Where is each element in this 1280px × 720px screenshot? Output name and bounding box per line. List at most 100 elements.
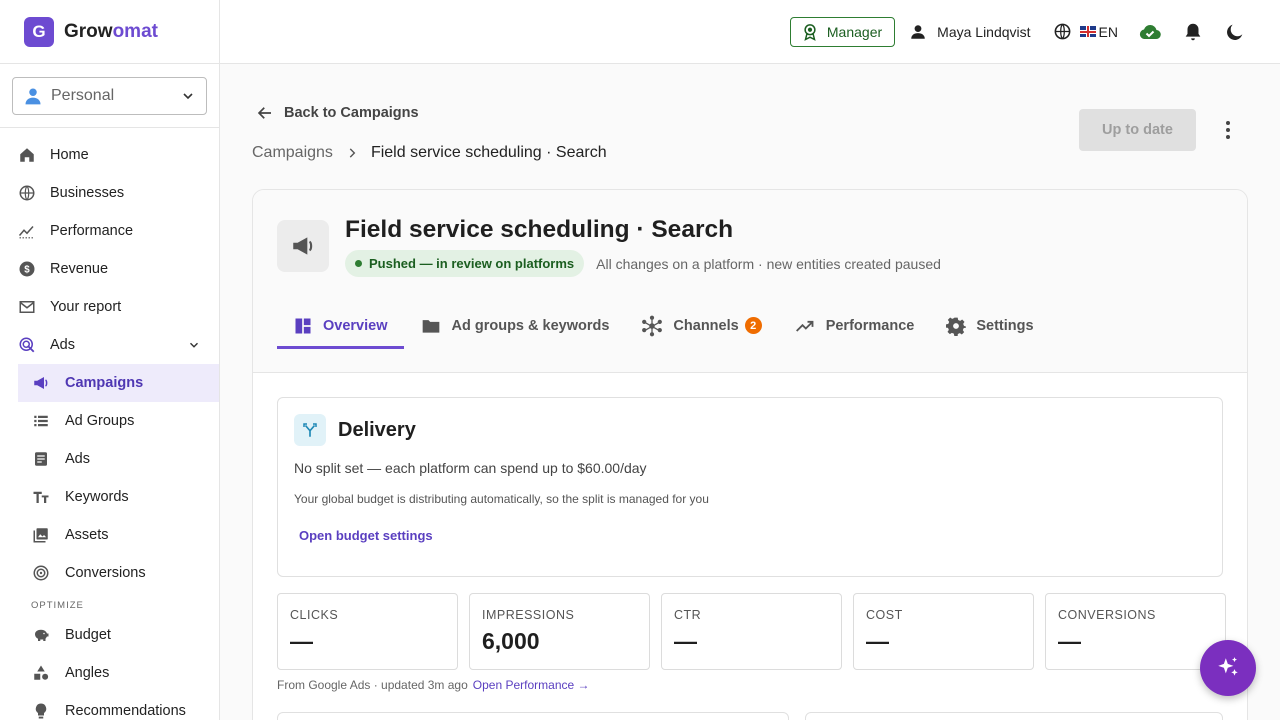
chevron-down-icon	[187, 338, 201, 352]
sidebar-item-assets[interactable]: Assets	[18, 516, 219, 554]
sidebar-item-ad-groups[interactable]: Ad Groups	[18, 402, 219, 440]
tab-overview[interactable]: Overview	[277, 302, 404, 349]
sidebar-item-label: Angles	[65, 665, 110, 681]
megaphone-icon	[32, 374, 50, 392]
breadcrumb-campaigns[interactable]: Campaigns	[252, 144, 333, 162]
sidebar-item-label: Ads	[65, 451, 90, 467]
sidebar-item-label: Recommendations	[65, 703, 186, 719]
language-selector[interactable]: EN	[1053, 22, 1118, 41]
tab-label: Overview	[323, 317, 388, 334]
campaign-tabs: Overview Ad groups & keywords Channels 2…	[277, 302, 1050, 349]
sidebar-item-label: Budget	[65, 627, 111, 643]
manager-label: Manager	[826, 23, 883, 40]
status-row: Pushed — in review on platforms All chan…	[345, 250, 941, 277]
page-title: Field service scheduling · Search	[345, 216, 734, 243]
section-label-optimize: OPTIMIZE	[31, 600, 84, 611]
gear-icon	[946, 316, 967, 336]
sidebar-item-recommendations[interactable]: Recommendations	[18, 692, 219, 720]
sidebar-item-conversions[interactable]: Conversions	[18, 554, 219, 592]
lower-panel-left	[277, 712, 789, 720]
back-label: Back to Campaigns	[284, 105, 419, 121]
tab-performance[interactable]: Performance	[778, 302, 931, 349]
sidebar-item-home[interactable]: Home	[0, 136, 219, 174]
sidebar: G Growomat Personal Home Businesses Perf…	[0, 0, 220, 720]
svg-text:$: $	[24, 264, 30, 275]
top-bar: Manager Maya Lindqvist EN	[220, 0, 1280, 64]
sidebar-item-label: Revenue	[50, 261, 109, 277]
sidebar-item-ads[interactable]: Ads	[0, 326, 219, 364]
up-to-date-button[interactable]: Up to date	[1079, 109, 1196, 151]
account-label: Personal	[51, 87, 115, 104]
delivery-subtext: Your global budget is distributing autom…	[294, 492, 709, 506]
megaphone-icon	[277, 220, 329, 272]
sidebar-item-label: Ads	[50, 337, 75, 353]
dollar-icon: $	[18, 260, 36, 278]
tab-label: Performance	[825, 317, 915, 334]
open-budget-settings-link[interactable]: Open budget settings	[299, 528, 433, 543]
sidebar-item-performance[interactable]: Performance	[0, 212, 219, 250]
account-select[interactable]: Personal	[12, 77, 207, 115]
stat-value: —	[1058, 628, 1081, 654]
breadcrumb: Campaigns Field service scheduling · Sea…	[252, 144, 607, 162]
dark-mode-icon[interactable]	[1224, 21, 1246, 43]
list-icon	[32, 412, 50, 430]
uk-flag-icon	[1079, 26, 1096, 37]
home-icon	[18, 146, 36, 164]
user-name: Maya Lindqvist	[937, 23, 1031, 40]
sidebar-item-ads-list[interactable]: Ads	[18, 440, 219, 478]
tab-ad-groups-keywords[interactable]: Ad groups & keywords	[404, 302, 626, 349]
open-performance-link[interactable]: Open Performance →	[473, 678, 590, 692]
document-icon	[32, 450, 50, 468]
sidebar-item-budget[interactable]: Budget	[18, 616, 219, 654]
sidebar-item-campaigns[interactable]: Campaigns	[18, 364, 219, 402]
bell-icon[interactable]	[1182, 21, 1204, 43]
manager-role-button[interactable]: Manager	[789, 16, 896, 47]
stat-value: 6,000	[482, 628, 540, 654]
cloud-synced-icon[interactable]	[1138, 20, 1162, 44]
status-note: All changes on a platform · new entities…	[596, 255, 941, 272]
language-code: EN	[1098, 23, 1118, 40]
delivery-budget-line: No split set — each platform can spend u…	[294, 460, 647, 476]
sidebar-item-your-report[interactable]: Your report	[0, 288, 219, 326]
sidebar-nav: Home Businesses Performance $ Revenue Yo…	[0, 128, 219, 364]
sidebar-item-businesses[interactable]: Businesses	[0, 174, 219, 212]
stat-value: —	[290, 628, 313, 654]
back-to-campaigns-link[interactable]: Back to Campaigns	[256, 104, 419, 122]
text-icon	[32, 488, 50, 506]
account-selector-wrap: Personal	[0, 64, 219, 128]
tab-label: Channels	[673, 317, 739, 334]
shapes-icon	[32, 664, 50, 682]
stat-value: —	[866, 628, 889, 654]
brand-logo: G	[24, 16, 54, 47]
split-icon	[294, 414, 326, 446]
ads-icon	[18, 336, 36, 354]
stat-label: CTR	[674, 608, 702, 622]
sidebar-item-angles[interactable]: Angles	[18, 654, 219, 692]
dashboard-icon	[293, 316, 313, 336]
arrow-left-icon	[256, 104, 274, 122]
breadcrumb-current: Field service scheduling · Search	[370, 144, 607, 161]
stat-card-impressions: IMPRESSIONS 6,000	[469, 593, 650, 670]
delivery-panel: Delivery No split set — each platform ca…	[277, 397, 1223, 577]
tab-settings[interactable]: Settings	[930, 302, 1049, 349]
sidebar-item-revenue[interactable]: $ Revenue	[0, 250, 219, 288]
tab-channels[interactable]: Channels 2	[625, 302, 777, 349]
delivery-title: Delivery	[338, 419, 416, 441]
more-vert-icon[interactable]	[1218, 118, 1238, 142]
report-icon	[18, 298, 36, 316]
stats-row: CLICKS — IMPRESSIONS 6,000 CTR — COST — …	[277, 593, 1226, 670]
stat-card-cost: COST —	[853, 593, 1034, 670]
stat-label: IMPRESSIONS	[482, 608, 575, 622]
user-icon	[909, 23, 927, 41]
sidebar-item-keywords[interactable]: Keywords	[18, 478, 219, 516]
ai-assistant-button[interactable]	[1200, 640, 1256, 696]
user-menu[interactable]: Maya Lindqvist	[909, 23, 1031, 41]
sidebar-item-label: Conversions	[65, 565, 146, 581]
brand[interactable]: G Growomat	[0, 0, 219, 64]
images-icon	[32, 526, 50, 544]
trend-icon	[18, 222, 36, 240]
sidebar-ads-subnav: Campaigns Ad Groups Ads Keywords Assets …	[18, 364, 219, 720]
sidebar-item-label: Businesses	[50, 185, 125, 201]
status-dot-icon	[355, 260, 362, 267]
award-icon	[801, 23, 819, 41]
